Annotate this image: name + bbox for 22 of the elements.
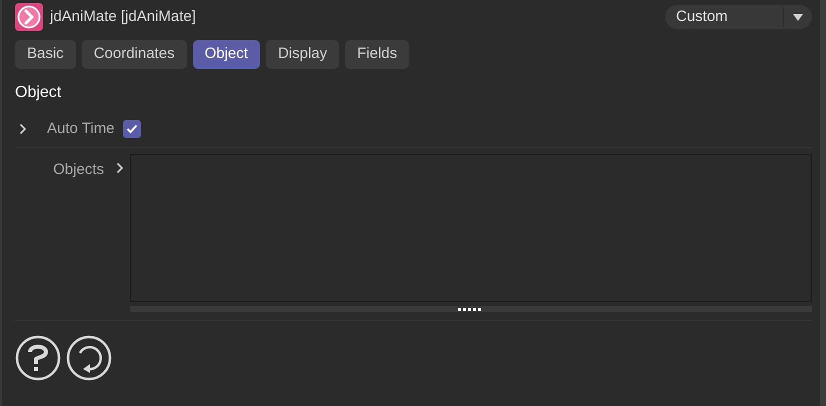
tab[interactable]: Basic <box>15 40 76 69</box>
expand-chevron-icon[interactable] <box>19 123 27 135</box>
window-title: jdAniMate [jdAniMate] <box>50 6 196 27</box>
auto-time-checkbox[interactable] <box>122 120 141 138</box>
help-button[interactable] <box>15 335 61 381</box>
help-icon <box>15 335 61 381</box>
auto-time-label: Auto Time <box>47 118 115 139</box>
tab[interactable]: Display <box>266 40 340 69</box>
reset-button[interactable] <box>66 335 112 381</box>
tab[interactable]: Object <box>192 40 260 69</box>
resize-handle[interactable] <box>130 306 812 312</box>
objects-label: Objects <box>53 160 104 180</box>
expand-chevron-icon[interactable] <box>116 162 124 174</box>
tab[interactable]: Fields <box>345 40 410 69</box>
caret-icon <box>793 14 803 20</box>
section-title: Object <box>15 83 62 103</box>
tab[interactable]: Coordinates <box>82 40 187 69</box>
preset-dropdown[interactable]: Custom <box>665 5 812 29</box>
reset-icon <box>66 335 112 381</box>
app-logo-icon <box>15 3 43 31</box>
grip-dots-icon <box>458 308 482 310</box>
check-icon <box>126 124 138 134</box>
